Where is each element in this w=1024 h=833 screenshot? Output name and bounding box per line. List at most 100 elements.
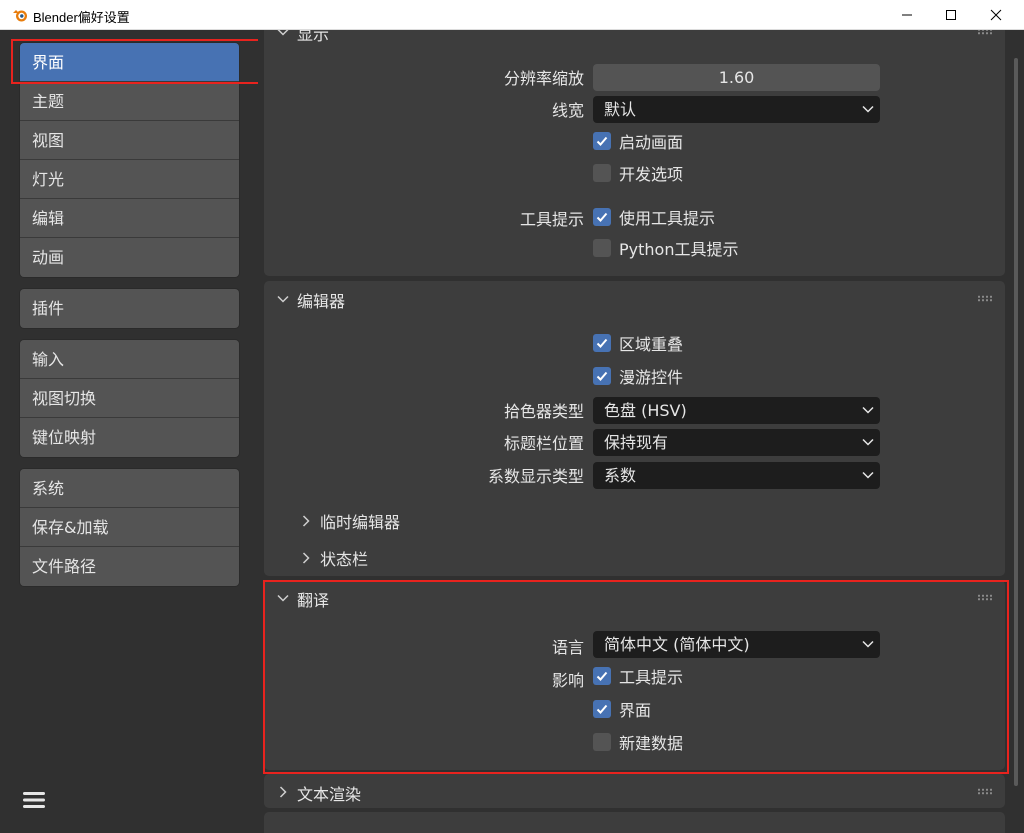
- checkmark-icon: [596, 371, 608, 381]
- maximize-icon: [946, 10, 956, 20]
- color-picker-type-label: 拾色器类型: [503, 402, 584, 421]
- panel-next-collapsed: [264, 812, 1005, 833]
- color-picker-type-dropdown[interactable]: 色盘 (HSV): [593, 397, 880, 424]
- splash-label: 启动画面: [619, 133, 684, 152]
- checkmark-icon: [596, 212, 608, 222]
- sidebar-item-system[interactable]: 系统: [20, 469, 239, 508]
- translate-new-data-checkbox[interactable]: 新建数据: [593, 731, 683, 753]
- resolution-scale-label: 分辨率缩放: [503, 69, 584, 88]
- header-position-dropdown[interactable]: 保持现有: [593, 429, 880, 456]
- factor-display-type-dropdown[interactable]: 系数: [593, 462, 880, 489]
- splash-checkbox[interactable]: 启动画面: [593, 130, 683, 152]
- resolution-scale-field[interactable]: 1.60: [593, 64, 880, 91]
- checkbox-box: [593, 733, 611, 751]
- language-dropdown[interactable]: 简体中文 (简体中文): [593, 631, 880, 658]
- panel-display-title: 显示: [297, 30, 330, 44]
- line-width-label: 线宽: [551, 101, 584, 120]
- sidebar-item-keymap[interactable]: 键位映射: [20, 418, 239, 457]
- chevron-down-icon: [862, 105, 874, 113]
- nav-group-interface: 界面 主题 视图 灯光 编辑 动画: [19, 42, 240, 278]
- scrollbar[interactable]: [1014, 58, 1018, 786]
- panel-translation: 翻译 语言 简体中文 (简体中文) 影响 工具提示 界面 新建数据: [264, 580, 1005, 770]
- header-position-value: 保持现有: [604, 433, 669, 452]
- panel-translation-header[interactable]: 翻译: [264, 580, 1005, 616]
- panel-text-rendering-header[interactable]: 文本渲染: [264, 774, 1005, 810]
- checkbox-box: [593, 334, 611, 352]
- sidebar-item-lights[interactable]: 灯光: [20, 160, 239, 199]
- panel-text-rendering: 文本渲染: [264, 774, 1005, 808]
- drag-grip-icon[interactable]: [977, 295, 993, 302]
- panel-display: 显示 分辨率缩放 1.60 线宽 默认 启动画面 开发选项 工具提示 使用工具提…: [264, 30, 1005, 276]
- chevron-down-icon: [862, 406, 874, 414]
- chevron-down-icon: [862, 438, 874, 446]
- translate-interface-checkbox[interactable]: 界面: [593, 698, 651, 720]
- factor-display-type-value: 系数: [604, 466, 637, 485]
- sidebar-item-save-load[interactable]: 保存&加载: [20, 508, 239, 547]
- python-tooltips-checkbox[interactable]: Python工具提示: [593, 237, 738, 259]
- chevron-down-icon: [277, 295, 289, 303]
- use-tooltips-checkbox[interactable]: 使用工具提示: [593, 206, 715, 228]
- checkbox-box: [593, 367, 611, 385]
- temporary-editors-subpanel[interactable]: 临时编辑器: [300, 510, 400, 532]
- python-tooltips-label: Python工具提示: [619, 240, 739, 259]
- panel-editors: 编辑器 区域重叠 漫游控件 拾色器类型 色盘 (HSV) 标题栏位置 保持现有 …: [264, 281, 1005, 576]
- sidebar-item-animation[interactable]: 动画: [20, 238, 239, 277]
- developer-extras-label: 开发选项: [619, 165, 684, 184]
- sidebar-item-viewport[interactable]: 视图: [20, 121, 239, 160]
- language-value: 简体中文 (简体中文): [604, 635, 750, 654]
- close-icon: [990, 9, 1002, 21]
- language-label: 语言: [551, 638, 584, 657]
- chevron-down-icon: [277, 594, 289, 602]
- checkbox-box: [593, 164, 611, 182]
- translate-interface-label: 界面: [619, 701, 652, 720]
- tooltips-label: 工具提示: [519, 210, 584, 229]
- translate-tooltips-checkbox[interactable]: 工具提示: [593, 665, 683, 687]
- header-position-label: 标题栏位置: [503, 434, 584, 453]
- preferences-sidebar: 界面 主题 视图 灯光 编辑 动画 插件 输入 视图切换 键位映射 系统 保存&…: [0, 30, 258, 833]
- chevron-down-icon: [862, 640, 874, 648]
- checkbox-box: [593, 667, 611, 685]
- sidebar-item-file-paths[interactable]: 文件路径: [20, 547, 239, 586]
- sidebar-item-addons[interactable]: 插件: [20, 289, 239, 328]
- panel-editors-title: 编辑器: [297, 292, 346, 311]
- blender-logo-icon: [13, 10, 27, 22]
- drag-grip-icon[interactable]: [977, 788, 993, 795]
- sidebar-item-input[interactable]: 输入: [20, 340, 239, 379]
- checkbox-box: [593, 239, 611, 257]
- color-picker-type-value: 色盘 (HSV): [604, 401, 687, 420]
- line-width-value: 默认: [604, 100, 637, 119]
- status-bar-subpanel[interactable]: 状态栏: [300, 547, 368, 569]
- region-overlap-checkbox[interactable]: 区域重叠: [593, 332, 683, 354]
- nav-group-addons: 插件: [19, 288, 240, 329]
- minimize-button[interactable]: [884, 0, 930, 30]
- panel-text-rendering-title: 文本渲染: [297, 785, 362, 804]
- panel-editors-header[interactable]: 编辑器: [264, 281, 1005, 317]
- navigation-controls-label: 漫游控件: [619, 368, 684, 387]
- nav-group-input: 输入 视图切换 键位映射: [19, 339, 240, 458]
- navigation-controls-checkbox[interactable]: 漫游控件: [593, 365, 683, 387]
- developer-extras-checkbox[interactable]: 开发选项: [593, 162, 683, 184]
- preferences-main: 显示 分辨率缩放 1.60 线宽 默认 启动画面 开发选项 工具提示 使用工具提…: [258, 30, 1024, 833]
- checkmark-icon: [596, 338, 608, 348]
- panel-display-header[interactable]: 显示: [264, 30, 1005, 50]
- line-width-dropdown[interactable]: 默认: [593, 96, 880, 123]
- checkbox-box: [593, 208, 611, 226]
- temporary-editors-label: 临时编辑器: [320, 513, 401, 532]
- panel-translation-title: 翻译: [297, 591, 330, 610]
- sidebar-item-themes[interactable]: 主题: [20, 82, 239, 121]
- checkmark-icon: [596, 671, 608, 681]
- maximize-button[interactable]: [928, 0, 974, 30]
- sidebar-item-interface[interactable]: 界面: [20, 43, 239, 82]
- drag-grip-icon[interactable]: [977, 30, 993, 35]
- close-button[interactable]: [973, 0, 1019, 30]
- minimize-icon: [902, 14, 912, 16]
- sidebar-item-navigation[interactable]: 视图切换: [20, 379, 239, 418]
- hamburger-menu-icon[interactable]: [20, 786, 48, 814]
- region-overlap-label: 区域重叠: [619, 335, 684, 354]
- sidebar-item-editing[interactable]: 编辑: [20, 199, 239, 238]
- checkmark-icon: [596, 704, 608, 714]
- translate-tooltips-label: 工具提示: [619, 668, 684, 687]
- drag-grip-icon[interactable]: [977, 594, 993, 601]
- checkbox-box: [593, 132, 611, 150]
- nav-group-system: 系统 保存&加载 文件路径: [19, 468, 240, 587]
